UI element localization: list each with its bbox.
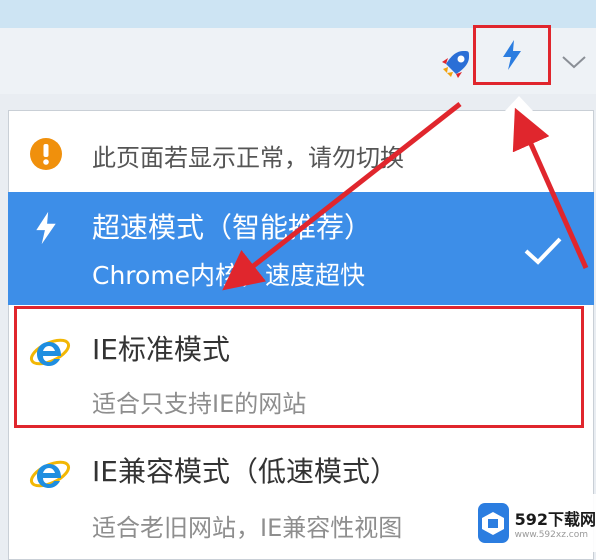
menu-item-subtitle: Chrome内核，速度超快 — [92, 261, 366, 290]
browser-top-stripe — [0, 0, 596, 28]
ie-icon — [28, 330, 72, 374]
menu-item-title: 超速模式（智能推荐） — [92, 211, 373, 244]
menu-item-title: IE标准模式 — [92, 333, 230, 366]
menu-item-speed-mode[interactable]: 超速模式（智能推荐） Chrome内核，速度超快 — [8, 192, 594, 305]
rocket-icon — [442, 51, 469, 78]
menu-caret — [505, 96, 533, 111]
menu-notice: 此页面若显示正常，请勿切换 — [8, 120, 594, 186]
menu-item-ie-standard-mode[interactable]: IE标准模式 适合只支持IE的网站 — [8, 306, 594, 424]
watermark-url: www.592xz.com — [514, 530, 589, 540]
speed-mode-button[interactable] — [473, 25, 551, 85]
watermark-logo-icon — [478, 503, 509, 543]
mode-dropdown-chevron[interactable] — [556, 44, 592, 80]
rocket-button[interactable] — [436, 44, 476, 84]
lightning-bolt-icon — [503, 40, 521, 70]
notice-text: 此页面若显示正常，请勿切换 — [92, 144, 404, 172]
lightning-bolt-icon — [28, 208, 64, 248]
watermark-name: 592下载网 — [514, 510, 596, 529]
site-watermark: 592下载网 www.592xz.com — [474, 494, 596, 552]
ie-icon — [28, 452, 72, 496]
checkmark-icon — [524, 237, 562, 265]
chevron-down-icon — [562, 56, 586, 69]
menu-item-subtitle: 适合老旧网站，IE兼容性视图 — [92, 514, 403, 542]
menu-item-subtitle: 适合只支持IE的网站 — [92, 390, 307, 418]
warning-icon — [28, 136, 64, 172]
menu-item-title: IE兼容模式（低速模式） — [92, 455, 398, 488]
